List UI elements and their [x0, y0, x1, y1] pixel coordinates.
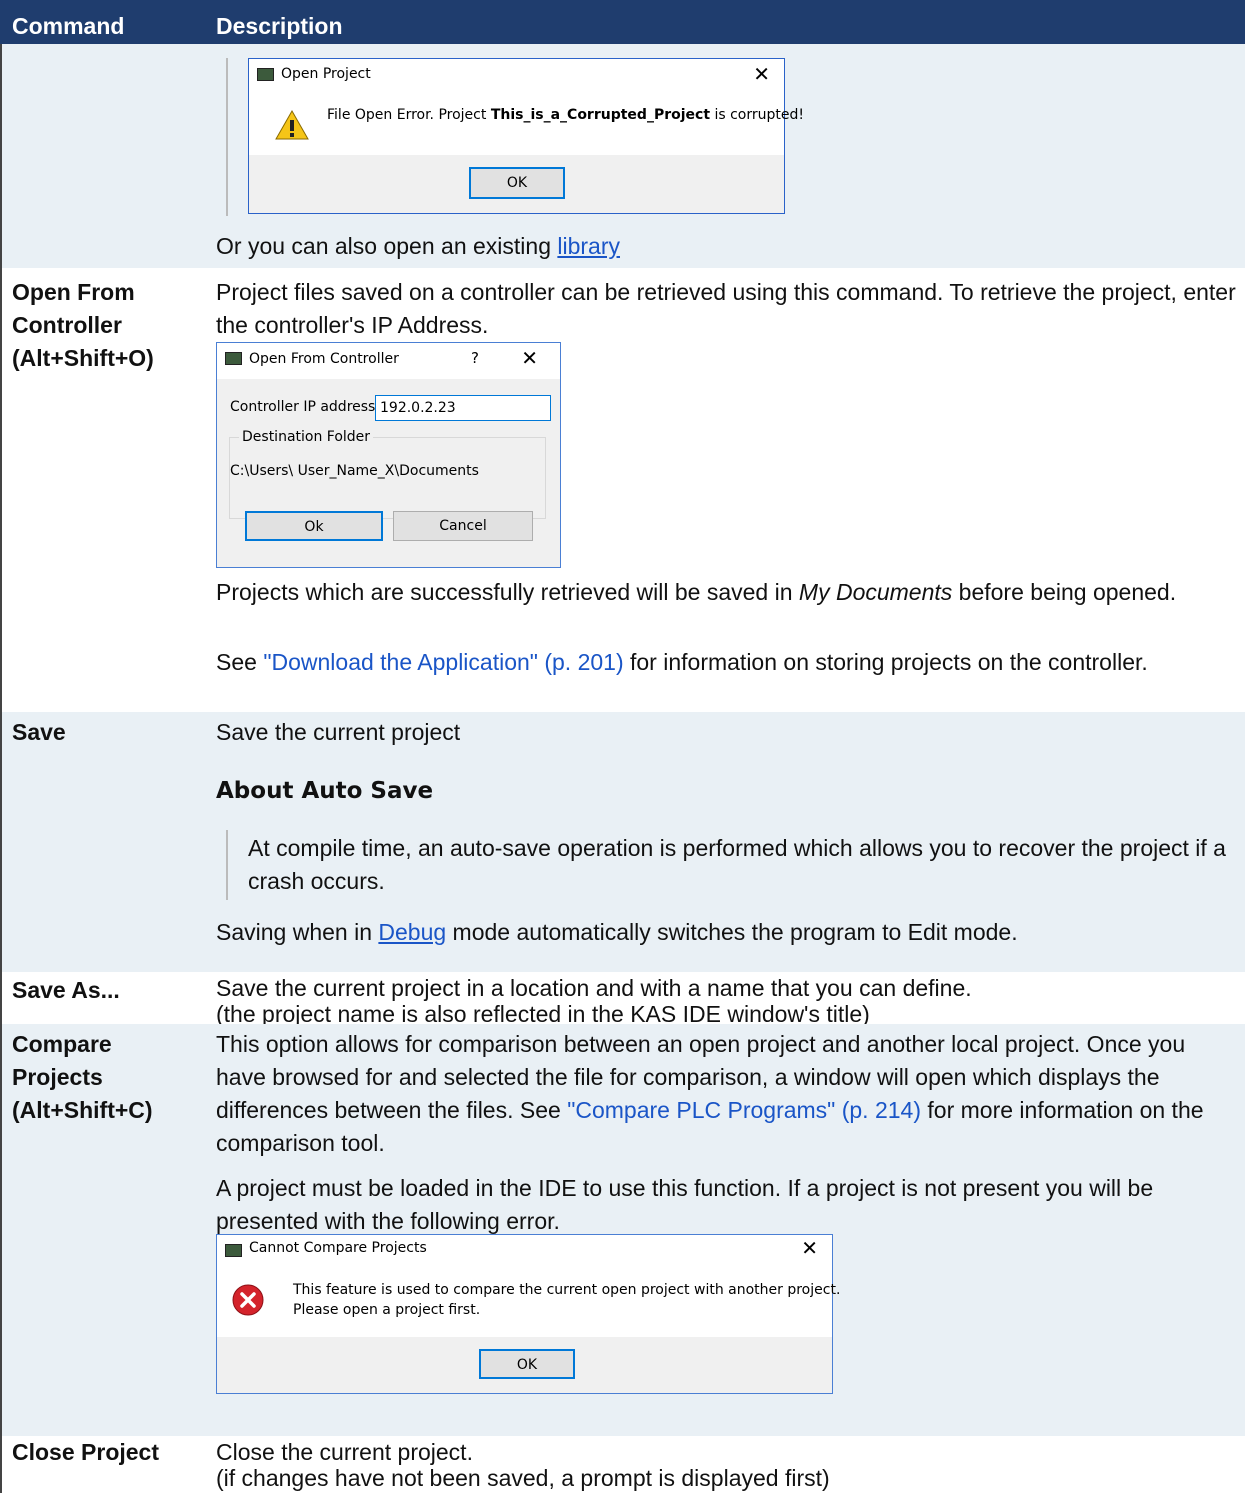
- dialog-title-bar: Open From Controller ? ✕: [217, 343, 560, 373]
- ip-address-input[interactable]: 192.0.2.23: [375, 395, 551, 421]
- dialog-title: Open Project: [281, 66, 371, 82]
- ip-label: Controller IP address:: [230, 399, 381, 415]
- description-text-3: See "Download the Application" (p. 201) …: [216, 646, 1236, 679]
- about-auto-save-heading: About Auto Save: [216, 778, 434, 804]
- cancel-button[interactable]: Cancel: [393, 511, 533, 541]
- dialog-title: Cannot Compare Projects: [249, 1240, 427, 1256]
- open-from-controller-dialog: Open From Controller ? ✕ Controller IP a…: [216, 342, 561, 568]
- dialog-footer: OK: [249, 155, 784, 213]
- dialog-body: Controller IP address: 192.0.2.23 Destin…: [217, 379, 560, 567]
- close-icon[interactable]: ✕: [753, 62, 770, 86]
- cannot-compare-dialog: Cannot Compare Projects ✕ This feature i…: [216, 1234, 840, 1394]
- dialog-title-bar: Open Project ✕: [249, 59, 784, 89]
- quote-bar: [226, 58, 228, 216]
- app-icon: [225, 1244, 242, 1257]
- ok-button[interactable]: Ok: [245, 511, 383, 541]
- auto-save-quote: At compile time, an auto-save operation …: [248, 835, 1226, 894]
- table-row-open-from-controller: Open From Controller (Alt+Shift+O) Proje…: [0, 270, 1245, 714]
- dialog-footer: OK: [217, 1337, 832, 1393]
- warning-icon: [275, 109, 309, 140]
- ok-button[interactable]: OK: [469, 167, 565, 199]
- library-link[interactable]: library: [557, 233, 620, 259]
- description-text-2: Projects which are successfully retrieve…: [216, 576, 1236, 609]
- dialog-line-1: This feature is used to compare the curr…: [293, 1282, 841, 1298]
- my-documents-text: My Documents: [798, 579, 953, 605]
- dialog-message: File Open Error. Project This_is_a_Corru…: [327, 107, 804, 123]
- quote-bar: [226, 830, 228, 900]
- table-row-save: Save Save the current project About Auto…: [0, 712, 1245, 974]
- table-left-border: [0, 44, 2, 1493]
- project-name: This_is_a_Corrupted_Project: [490, 107, 711, 123]
- download-application-link[interactable]: "Download the Application" (p. 201): [263, 649, 623, 675]
- description-text-1: Project files saved on a controller can …: [216, 279, 1236, 338]
- description-text-1: This option allows for comparison betwee…: [216, 1028, 1236, 1160]
- command-cell: Open From Controller (Alt+Shift+O): [12, 279, 154, 371]
- message-suffix: is corrupted!: [710, 107, 804, 123]
- ok-button[interactable]: OK: [479, 1349, 575, 1379]
- table-row-compare: Compare Projects (Alt+Shift+C) This opti…: [0, 1024, 1245, 1438]
- description-text-1: Save the current project in a location a…: [216, 975, 972, 1001]
- table-header: Command Description: [0, 0, 1245, 44]
- destination-path: C:\Users\ User_Name_X\Documents: [230, 463, 479, 479]
- text-part: Projects which are successfully retrieve…: [216, 579, 799, 605]
- text-part: for information on storing projects on t…: [623, 649, 1148, 675]
- description-text-2: (the project name is also reflected in t…: [216, 1001, 870, 1027]
- library-line: Or you can also open an existing library: [216, 230, 1236, 263]
- close-icon[interactable]: ✕: [801, 1236, 818, 1260]
- dialog-title: Open From Controller: [249, 351, 399, 367]
- message-text: File Open Error. Project: [327, 107, 491, 123]
- text-part: mode automatically switches the program …: [446, 919, 1018, 945]
- table-row-save-as: Save As... Save the current project in a…: [0, 972, 1245, 1026]
- destination-folder-label: Destination Folder: [239, 429, 374, 445]
- text-part: Saving when in: [216, 919, 379, 945]
- error-icon: [232, 1284, 264, 1316]
- app-icon: [225, 352, 242, 365]
- app-icon: [257, 68, 274, 81]
- command-cell: Close Project: [12, 1439, 159, 1465]
- text-part: See: [216, 649, 264, 675]
- command-cell: Save As...: [12, 977, 120, 1003]
- command-cell: Save: [12, 719, 66, 745]
- help-icon[interactable]: ?: [471, 349, 479, 367]
- description-text-1: Save the current project: [216, 719, 461, 745]
- dialog-title-bar: Cannot Compare Projects ✕: [217, 1235, 832, 1265]
- description-text-2: Saving when in Debug mode automatically …: [216, 916, 1236, 949]
- header-description: Description: [216, 13, 343, 39]
- library-text: Or you can also open an existing: [216, 233, 558, 259]
- debug-link[interactable]: Debug: [378, 919, 446, 945]
- header-command: Command: [12, 13, 125, 39]
- open-project-dialog: Open Project ✕ File Open Error. Project …: [248, 58, 804, 214]
- close-project-note: (if changes have not been saved, a promp…: [216, 1465, 830, 1491]
- dialog-line-2: Please open a project first.: [293, 1302, 481, 1318]
- compare-plc-programs-link[interactable]: "Compare PLC Programs" (p. 214): [567, 1097, 921, 1123]
- close-icon[interactable]: ✕: [521, 346, 538, 370]
- description-text-2: A project must be loaded in the IDE to u…: [216, 1175, 1154, 1234]
- table-row-open: Open Project ✕ File Open Error. Project …: [0, 44, 1245, 270]
- command-cell: Compare Projects (Alt+Shift+C): [12, 1031, 153, 1123]
- text-part: before being opened.: [952, 579, 1177, 605]
